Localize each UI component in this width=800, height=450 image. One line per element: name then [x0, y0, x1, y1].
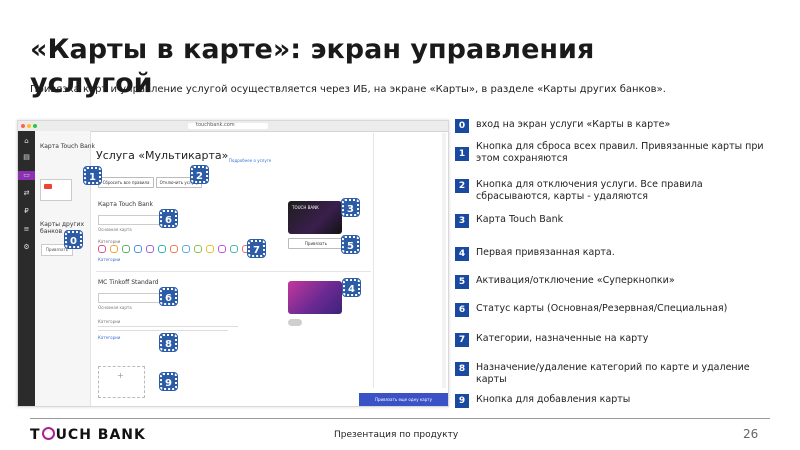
transfer-icon[interactable]: ⇄	[22, 189, 31, 198]
legend-badge: 0	[455, 119, 469, 133]
marker-9: 9	[159, 372, 178, 391]
logo-text-left: T	[30, 427, 41, 443]
text-line	[98, 330, 228, 331]
marker-1: 1	[83, 166, 102, 185]
address-bar-text: touchbank.com	[196, 122, 235, 128]
touch-card-section-label: Карта Touch Bank	[98, 201, 154, 208]
legend-badge: 6	[455, 303, 469, 317]
attach-another-card-button[interactable]: Привязать еще одну карту	[359, 393, 448, 406]
cards-icon[interactable]: ▭	[18, 171, 35, 180]
divider	[96, 271, 371, 272]
legend-text: Кнопка для добавления карты	[476, 394, 631, 405]
service-info-link[interactable]: Подробнее о услуге	[229, 158, 271, 163]
edit-categories-link[interactable]: Категории	[98, 257, 120, 262]
superbutton-switch[interactable]	[288, 319, 302, 326]
settings-icon[interactable]: ⚙	[22, 243, 31, 252]
left-nav-rail: ⌂ ▤ ▭ ⇄ ₽ ≡ ⚙	[18, 131, 35, 406]
cards-list-panel: Карта Touch Bank Карты других банков При…	[35, 131, 95, 406]
marker-7: 7	[247, 239, 266, 258]
second-card-categories-caption: Категории	[98, 319, 121, 324]
marker-0: 0	[64, 230, 83, 249]
legend-badge: 9	[455, 394, 469, 408]
legend-text: вход на экран услуги «Карты в карте»	[476, 119, 671, 130]
second-card-status-caption: Основная карта	[98, 305, 132, 310]
marker-3: 3	[341, 198, 360, 217]
page-number: 26	[743, 427, 759, 441]
footer-caption: Презентация по продукту	[334, 430, 459, 440]
legend-badge: 5	[455, 275, 469, 289]
linked-card-image	[288, 281, 342, 314]
touch-bank-logo: T UCH BANK	[30, 426, 146, 443]
touch-bank-card-image: TOUCH BANK	[288, 201, 342, 234]
legend-badge: 7	[455, 333, 469, 347]
mini-card[interactable]	[40, 179, 72, 201]
legend-text: Активация/отключение «Суперкнопки»	[476, 275, 675, 286]
legend-badge: 4	[455, 247, 469, 261]
logo-text-right: UCH BANK	[55, 427, 146, 443]
legend-badge: 8	[455, 362, 469, 376]
text-line	[98, 326, 238, 327]
home-icon[interactable]: ⌂	[22, 137, 31, 146]
internet-bank-screenshot: touchbank.com ⌂ ▤ ▭ ⇄ ₽ ≡ ⚙ Карта Touch …	[17, 120, 449, 407]
legend-text: Кнопка для сброса всех правил. Привязанн…	[476, 141, 764, 164]
scrollbar[interactable]	[442, 133, 446, 388]
column-divider	[373, 133, 374, 388]
footer-divider	[30, 418, 770, 419]
marker-6a: 6	[159, 209, 178, 228]
superbutton-toggle[interactable]: Привязать	[288, 238, 344, 249]
marker-6b: 6	[159, 287, 178, 306]
payments-icon[interactable]: ₽	[22, 207, 31, 216]
second-card-status-select[interactable]	[98, 293, 160, 303]
marker-5: 5	[341, 235, 360, 254]
logo-circle-icon	[41, 427, 55, 440]
add-card-placeholder[interactable]: +	[98, 366, 145, 398]
touch-card-brand: TOUCH BANK	[292, 205, 319, 210]
service-title: Услуга «Мультикарта»	[96, 149, 229, 162]
marker-8: 8	[159, 333, 178, 352]
legend-text: Кнопка для отключения услуги. Все правил…	[476, 179, 703, 202]
marker-4: 4	[342, 278, 361, 297]
legend-text: Статус карты (Основная/Резервная/Специал…	[476, 303, 728, 314]
legend-text: Первая привязанная карта.	[476, 247, 615, 258]
legend-badge: 1	[455, 147, 469, 161]
card-status-select[interactable]	[98, 215, 160, 225]
sidebar-card-title[interactable]: Карта Touch Bank	[40, 143, 95, 150]
legend-badge: 3	[455, 214, 469, 228]
slide-subtitle: Привязка карт и управление услугой осуще…	[30, 84, 666, 95]
legend-badge: 2	[455, 179, 469, 193]
plus-icon: +	[117, 371, 124, 380]
history-icon[interactable]: ≡	[22, 225, 31, 234]
legend-text: Назначение/удаление категорий по карте и…	[476, 362, 750, 385]
categories-caption: Категории	[98, 239, 121, 244]
legend-text: Категории, назначенные на карту	[476, 333, 649, 344]
chart-icon[interactable]: ▤	[22, 153, 31, 162]
second-card-edit-link[interactable]: Категории	[98, 335, 120, 340]
legend-text: Карта Touch Bank	[476, 214, 564, 225]
marker-2: 2	[190, 165, 209, 184]
second-card-section-label: MC Tinkoff Standard	[98, 279, 159, 286]
reset-rules-button[interactable]: Сбросить все правила	[98, 177, 154, 188]
card-status-caption: Основная карта	[98, 227, 132, 232]
mastercard-icon	[44, 184, 52, 189]
